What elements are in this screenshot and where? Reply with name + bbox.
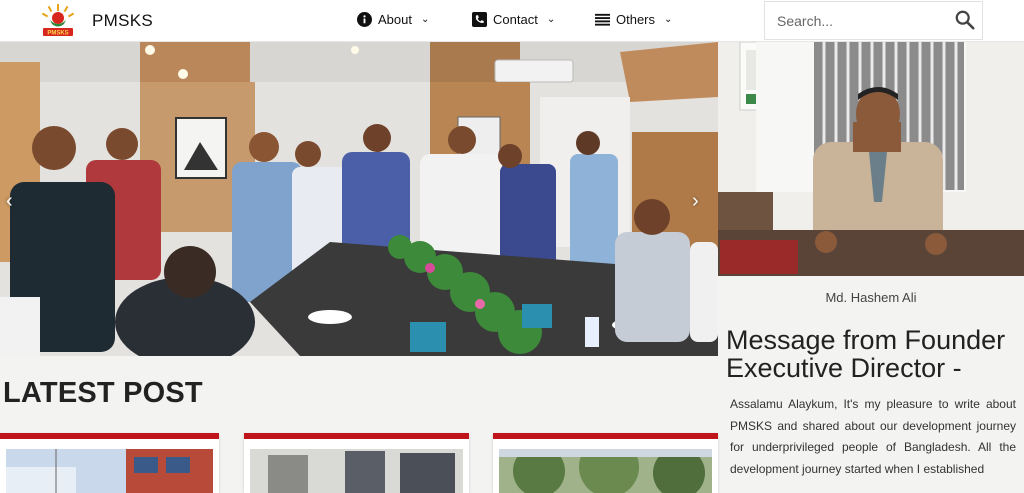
- chevron-down-icon: ⌄: [420, 14, 430, 25]
- search-icon[interactable]: [954, 9, 976, 31]
- phone-icon: [472, 12, 487, 27]
- nav-about-label: About: [378, 12, 412, 27]
- post-thumbnail: [250, 449, 463, 493]
- post-thumbnail: [6, 449, 213, 493]
- info-icon: [357, 12, 372, 27]
- hero-slider: ‹ ›: [0, 42, 718, 356]
- chevron-down-icon: ⌄: [664, 14, 673, 25]
- hero-slide-image: [0, 42, 718, 356]
- svg-text:PMSKS: PMSKS: [47, 31, 68, 37]
- post-card[interactable]: [493, 433, 718, 493]
- site-header: PMSKS PMSKS About ⌄ Contact ⌄ Others ⌄: [0, 0, 1024, 42]
- founder-name: Md. Hashem Ali: [825, 290, 917, 305]
- search-input[interactable]: [765, 2, 955, 39]
- nav-others[interactable]: Others ⌄: [595, 12, 672, 27]
- nav-contact[interactable]: Contact ⌄: [472, 12, 555, 27]
- slider-prev-button[interactable]: ‹: [6, 190, 13, 213]
- nav-about[interactable]: About ⌄: [357, 12, 429, 27]
- latest-post-heading: LATEST POST: [3, 377, 203, 409]
- founder-photo: [718, 42, 1024, 276]
- post-thumbnail: [499, 449, 712, 493]
- chevron-down-icon: ⌄: [546, 14, 556, 25]
- founder-message-body: Assalamu Alaykum, It's my pleasure to wr…: [730, 397, 1016, 476]
- slider-next-button[interactable]: ›: [692, 190, 699, 213]
- post-card[interactable]: [0, 433, 219, 493]
- brand-name[interactable]: PMSKS: [92, 11, 153, 31]
- post-card[interactable]: [244, 433, 469, 493]
- nav-contact-label: Contact: [493, 12, 538, 27]
- menu-icon: [595, 13, 610, 26]
- founder-message-title: Message from Founder Executive Director …: [726, 325, 1006, 383]
- search-box: [764, 1, 983, 40]
- pmsks-logo[interactable]: PMSKS: [40, 2, 76, 38]
- nav-others-label: Others: [616, 12, 656, 27]
- founder-image: [718, 42, 1024, 276]
